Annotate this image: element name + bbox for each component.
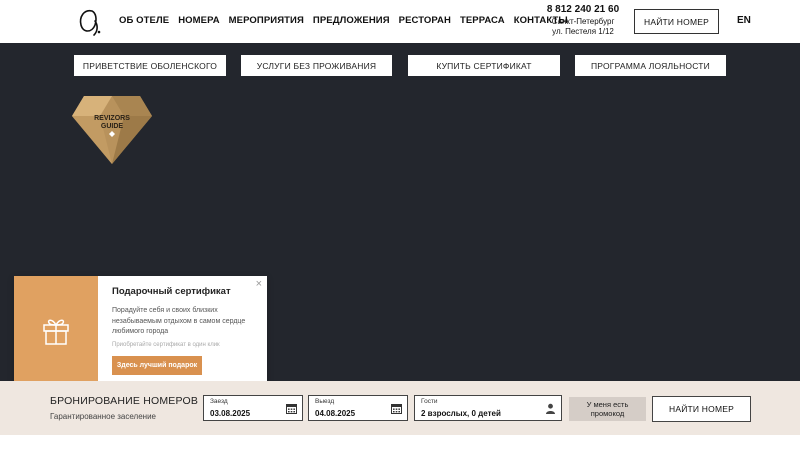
- promo-line1: У меня есть: [586, 400, 629, 409]
- checkout-value: 04.08.2025: [315, 409, 356, 418]
- phone-number[interactable]: 8 812 240 21 60: [540, 4, 626, 17]
- booking-title: БРОНИРОВАНИЕ НОМЕРОВ: [50, 395, 199, 407]
- promo-code-button[interactable]: У меня есть промокод: [569, 397, 646, 421]
- calendar-icon[interactable]: [286, 403, 297, 414]
- main-nav: ОБ ОТЕЛЕ НОМЕРА МЕРОПРИЯТИЯ ПРЕДЛОЖЕНИЯ …: [119, 15, 577, 26]
- checkout-label: Выезд: [315, 398, 335, 405]
- booking-bar: БРОНИРОВАНИЕ НОМЕРОВ Гарантированное зас…: [0, 381, 800, 435]
- gift-certificate-popup: × Подарочный сертификат Порадуйте себя и…: [14, 276, 267, 385]
- bottom-strip: [0, 435, 800, 450]
- guests-label: Гости: [421, 398, 438, 405]
- subnav-greeting-button[interactable]: ПРИВЕТСТВИЕ ОБОЛЕНСКОГО: [74, 55, 226, 76]
- booking-subtitle: Гарантированное заселение: [50, 412, 156, 421]
- nav-restaurant[interactable]: РЕСТОРАН: [399, 15, 451, 26]
- promo-line2: промокод: [590, 409, 625, 418]
- person-icon: [546, 403, 555, 414]
- checkin-label: Заезд: [210, 398, 228, 405]
- subnav-loyalty-button[interactable]: ПРОГРАММА ЛОЯЛЬНОСТИ: [575, 55, 726, 76]
- revizors-guide-badge[interactable]: REVIZORS GUIDE: [70, 92, 154, 168]
- badge-line1: REVIZORS: [94, 115, 130, 122]
- popup-description: Порадуйте себя и своих близких незабывае…: [112, 307, 246, 335]
- city-text: Санкт-Петербург: [551, 16, 615, 26]
- nav-rooms[interactable]: НОМЕРА: [178, 15, 219, 26]
- guests-value: 2 взрослых, 0 детей: [421, 409, 501, 418]
- nav-offers[interactable]: ПРЕДЛОЖЕНИЯ: [313, 15, 390, 26]
- calendar-icon[interactable]: [391, 403, 402, 414]
- nav-events[interactable]: МЕРОПРИЯТИЯ: [229, 15, 304, 26]
- language-switch[interactable]: EN: [737, 15, 751, 26]
- nav-terrace[interactable]: ТЕРРАСА: [460, 15, 505, 26]
- popup-note: Приобретайте сертификат в один клик: [112, 342, 220, 348]
- site-header: ОБ ОТЕЛЕ НОМЕРА МЕРОПРИЯТИЯ ПРЕДЛОЖЕНИЯ …: [0, 0, 800, 43]
- nav-about[interactable]: ОБ ОТЕЛЕ: [119, 15, 169, 26]
- badge-line2: GUIDE: [101, 123, 124, 130]
- find-room-header-button[interactable]: НАЙТИ НОМЕР: [634, 9, 719, 34]
- best-gift-button[interactable]: Здесь лучший подарок: [112, 356, 202, 375]
- subnav-certificate-button[interactable]: КУПИТЬ СЕРТИФИКАТ: [408, 55, 560, 76]
- close-icon[interactable]: ×: [256, 279, 262, 290]
- find-room-booking-button[interactable]: НАЙТИ НОМЕР: [652, 396, 751, 422]
- checkin-field[interactable]: Заезд 03.08.2025: [203, 395, 303, 421]
- popup-title: Подарочный сертификат: [112, 286, 231, 297]
- popup-accent-panel: [14, 276, 98, 385]
- subnav-services-button[interactable]: УСЛУГИ БЕЗ ПРОЖИВАНИЯ: [241, 55, 392, 76]
- contact-block: 8 812 240 21 60 Санкт-Петербург ул. Пест…: [540, 4, 626, 37]
- checkout-field[interactable]: Выезд 04.08.2025: [308, 395, 408, 421]
- gift-icon: [43, 319, 69, 345]
- signature-logo-icon[interactable]: [76, 7, 104, 37]
- address-text: ул. Пестеля 1/12: [552, 26, 614, 36]
- checkin-value: 03.08.2025: [210, 409, 251, 418]
- guests-field[interactable]: Гости 2 взрослых, 0 детей: [414, 395, 562, 421]
